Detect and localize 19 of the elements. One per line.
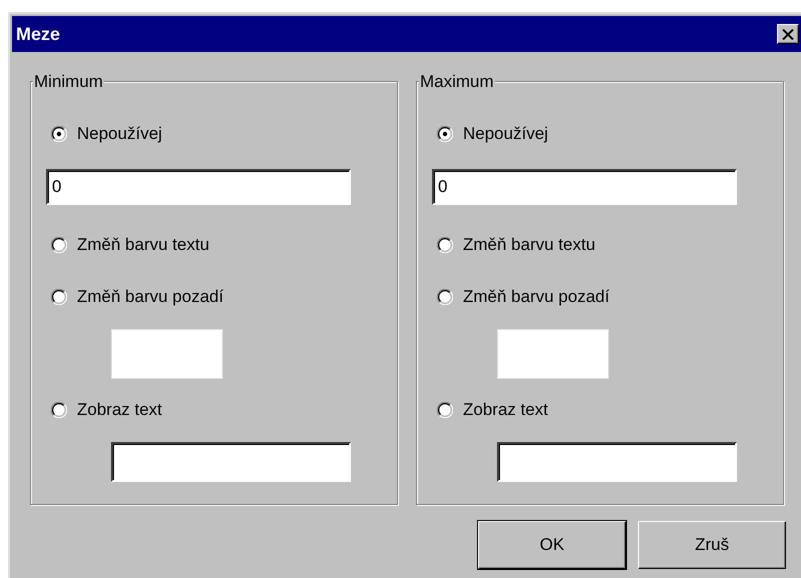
- text-field[interactable]: [111, 442, 351, 482]
- color-swatch[interactable]: [497, 329, 609, 379]
- text-field[interactable]: [497, 442, 737, 482]
- dialog-button[interactable]: OK: [478, 521, 626, 569]
- radio-option[interactable]: Zobraz text: [51, 398, 162, 422]
- radio-option[interactable]: Zobraz text: [437, 398, 548, 422]
- dialog-button[interactable]: Zruš: [638, 521, 786, 569]
- close-button[interactable]: [777, 24, 799, 44]
- radio-option[interactable]: Změň barvu textu: [51, 233, 210, 257]
- radio-option[interactable]: Nepoužívej: [51, 122, 162, 146]
- radio-option[interactable]: Nepoužívej: [437, 122, 548, 146]
- radio-option[interactable]: Změň barvu pozadí: [51, 285, 224, 309]
- color-swatch[interactable]: [111, 329, 223, 379]
- value-field[interactable]: 0: [46, 169, 351, 205]
- radio-option[interactable]: Změň barvu textu: [437, 233, 596, 257]
- close-icon: [782, 28, 794, 40]
- window-title: Meze: [16, 24, 60, 44]
- radio-option[interactable]: Změň barvu pozadí: [437, 285, 610, 309]
- value-field[interactable]: 0: [432, 169, 737, 205]
